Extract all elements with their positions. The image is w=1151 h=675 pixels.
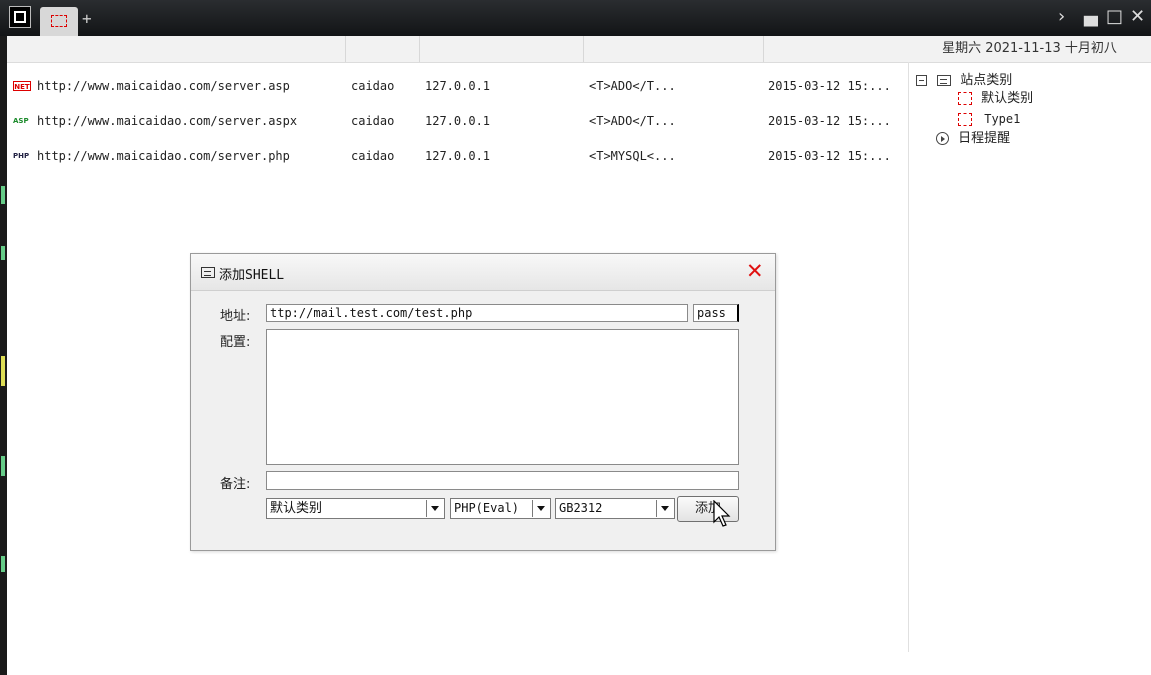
maximize-button[interactable]: □ bbox=[1106, 6, 1123, 28]
collapse-icon[interactable] bbox=[916, 75, 927, 86]
script-type-select[interactable]: PHP(Eval) bbox=[450, 498, 551, 519]
shell-url: http://www.maicaidao.com/server.aspx bbox=[37, 114, 298, 128]
tree-child-label: Type1 bbox=[984, 112, 1021, 126]
close-icon[interactable]: ✕ bbox=[746, 259, 764, 283]
shell-password: caidao bbox=[351, 79, 395, 93]
shell-ip: 127.0.0.1 bbox=[425, 79, 491, 93]
note-input[interactable] bbox=[266, 471, 739, 490]
table-row[interactable]: ASP http://www.maicaidao.com/server.aspx… bbox=[7, 110, 908, 132]
minimize-button[interactable]: ▄ bbox=[1084, 6, 1098, 28]
tab-icon bbox=[51, 15, 67, 27]
shell-password: caidao bbox=[351, 149, 395, 163]
folder-icon bbox=[937, 75, 952, 86]
dialog-title-bar[interactable]: 添加SHELL ✕ bbox=[191, 254, 775, 291]
chevron-down-icon[interactable] bbox=[656, 500, 673, 517]
shell-url: http://www.maicaidao.com/server.asp bbox=[37, 79, 290, 93]
encoding-select[interactable]: GB2312 bbox=[555, 498, 675, 519]
chevron-right-icon[interactable]: › bbox=[1058, 6, 1065, 28]
app-menu-icon[interactable] bbox=[9, 6, 31, 28]
note-label: 备注: bbox=[220, 477, 251, 492]
php-file-icon: PHP bbox=[13, 152, 30, 160]
table-row[interactable]: NET http://www.maicaidao.com/server.asp … bbox=[7, 75, 908, 97]
tree-node-default[interactable]: 默认类别 bbox=[958, 90, 1033, 108]
tree-node-type1[interactable]: Type1 bbox=[958, 110, 1020, 128]
shell-url: http://www.maicaidao.com/server.php bbox=[37, 149, 290, 163]
config-textarea[interactable] bbox=[266, 329, 739, 465]
title-bar: + › ▄ □ ✕ bbox=[0, 0, 1151, 36]
tree-root-label: 站点类别 bbox=[960, 73, 1013, 88]
schedule-icon bbox=[936, 132, 949, 145]
category-select[interactable]: 默认类别 bbox=[266, 498, 445, 519]
tree-node-root[interactable]: 站点类别 bbox=[916, 72, 1012, 90]
shell-ip: 127.0.0.1 bbox=[425, 149, 491, 163]
shell-config: <T>MYSQL<... bbox=[589, 149, 676, 163]
list-header bbox=[7, 36, 908, 63]
mouse-pointer-icon bbox=[713, 500, 731, 527]
shell-date: 2015-03-12 15:... bbox=[768, 79, 891, 93]
window-icon bbox=[201, 267, 215, 278]
tree-child-label: 默认类别 bbox=[981, 91, 1034, 106]
datetime-display: 星期六 2021-11-13 十月初八 bbox=[908, 36, 1151, 63]
tab-shell-list[interactable] bbox=[40, 7, 78, 36]
category-icon bbox=[958, 113, 972, 126]
password-input[interactable]: pass bbox=[693, 304, 739, 322]
dialog-title: 添加SHELL bbox=[219, 268, 285, 283]
address-input[interactable]: ttp://mail.test.com/test.php bbox=[266, 304, 688, 322]
add-shell-dialog: 添加SHELL ✕ 地址: ttp://mail.test.com/test.p… bbox=[190, 253, 776, 551]
encoding-value: GB2312 bbox=[559, 501, 603, 515]
script-type-value: PHP(Eval) bbox=[454, 501, 520, 515]
chevron-down-icon[interactable] bbox=[532, 500, 549, 517]
category-select-value: 默认类别 bbox=[270, 501, 323, 516]
chevron-down-icon[interactable] bbox=[426, 500, 443, 517]
address-label: 地址: bbox=[220, 309, 251, 324]
net-file-icon: NET bbox=[13, 81, 31, 91]
shell-config: <T>ADO</T... bbox=[589, 79, 676, 93]
tree-node-schedule[interactable]: 日程提醒 bbox=[936, 130, 1010, 148]
shell-config: <T>ADO</T... bbox=[589, 114, 676, 128]
tree-schedule-label: 日程提醒 bbox=[958, 131, 1011, 146]
shell-ip: 127.0.0.1 bbox=[425, 114, 491, 128]
asp-file-icon: ASP bbox=[13, 117, 29, 125]
close-window-button[interactable]: ✕ bbox=[1130, 6, 1145, 28]
new-tab-button[interactable]: + bbox=[82, 9, 92, 28]
shell-date: 2015-03-12 15:... bbox=[768, 149, 891, 163]
left-edge-strip bbox=[0, 36, 7, 675]
shell-password: caidao bbox=[351, 114, 395, 128]
table-row[interactable]: PHP http://www.maicaidao.com/server.php … bbox=[7, 145, 908, 167]
panel-divider bbox=[908, 62, 909, 652]
shell-date: 2015-03-12 15:... bbox=[768, 114, 891, 128]
category-icon bbox=[958, 92, 972, 105]
config-label: 配置: bbox=[220, 335, 251, 350]
